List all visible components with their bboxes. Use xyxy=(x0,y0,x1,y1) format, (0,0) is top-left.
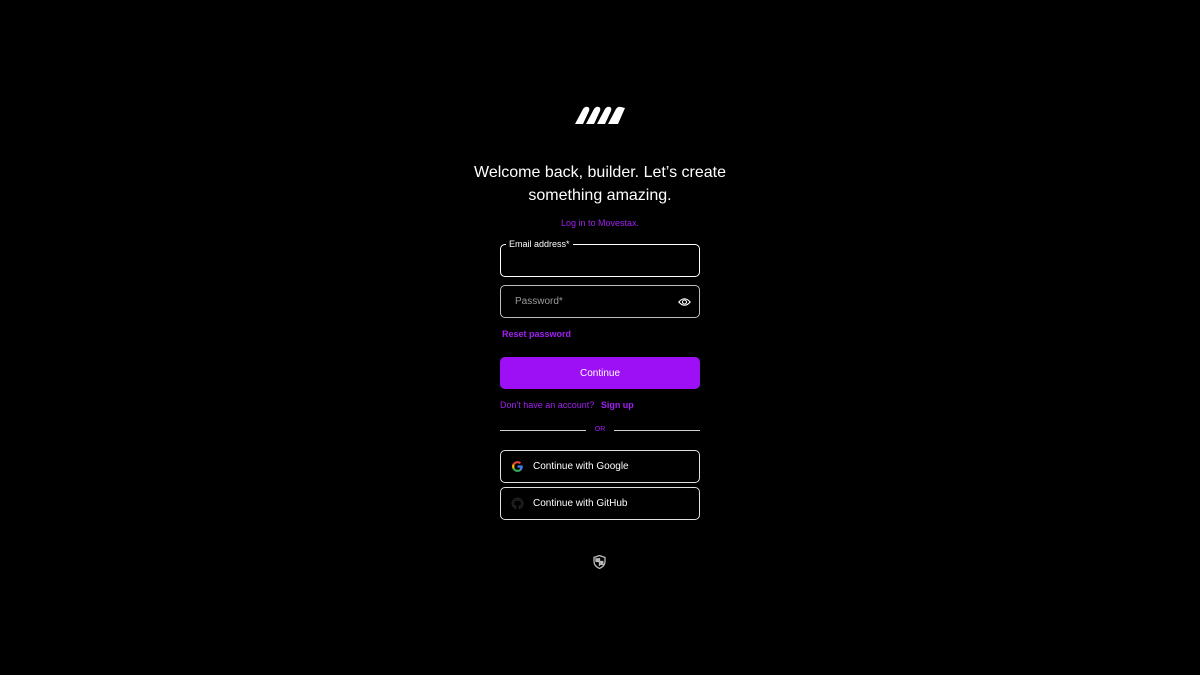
eye-icon[interactable] xyxy=(678,296,691,308)
google-icon xyxy=(512,461,523,472)
continue-with-github-button[interactable]: Continue with GitHub xyxy=(500,487,700,520)
movestax-logo-icon xyxy=(575,106,625,124)
github-icon xyxy=(511,497,524,510)
divider-left xyxy=(500,430,586,431)
continue-button[interactable]: Continue xyxy=(500,357,700,389)
page-subtitle: Log in to Movestax. xyxy=(560,218,640,228)
signup-link[interactable]: Sign up xyxy=(601,400,634,410)
password-input[interactable] xyxy=(501,286,699,317)
password-field[interactable] xyxy=(500,285,700,318)
github-button-label: Continue with GitHub xyxy=(533,498,628,509)
shield-icon xyxy=(593,555,606,569)
continue-with-google-button[interactable]: Continue with Google xyxy=(500,450,700,483)
email-input[interactable] xyxy=(501,245,699,276)
signup-prompt: Don't have an account? xyxy=(500,400,595,410)
divider-text: OR xyxy=(594,426,606,433)
divider-right xyxy=(614,430,700,431)
reset-password-link[interactable]: Reset password xyxy=(502,329,571,339)
login-page: Welcome back, builder. Let’s create some… xyxy=(0,0,1200,675)
signup-row: Don't have an account? Sign up xyxy=(500,400,634,410)
email-field[interactable]: Email address* xyxy=(500,238,700,277)
google-button-label: Continue with Google xyxy=(533,461,629,472)
page-title: Welcome back, builder. Let’s create some… xyxy=(474,164,726,204)
